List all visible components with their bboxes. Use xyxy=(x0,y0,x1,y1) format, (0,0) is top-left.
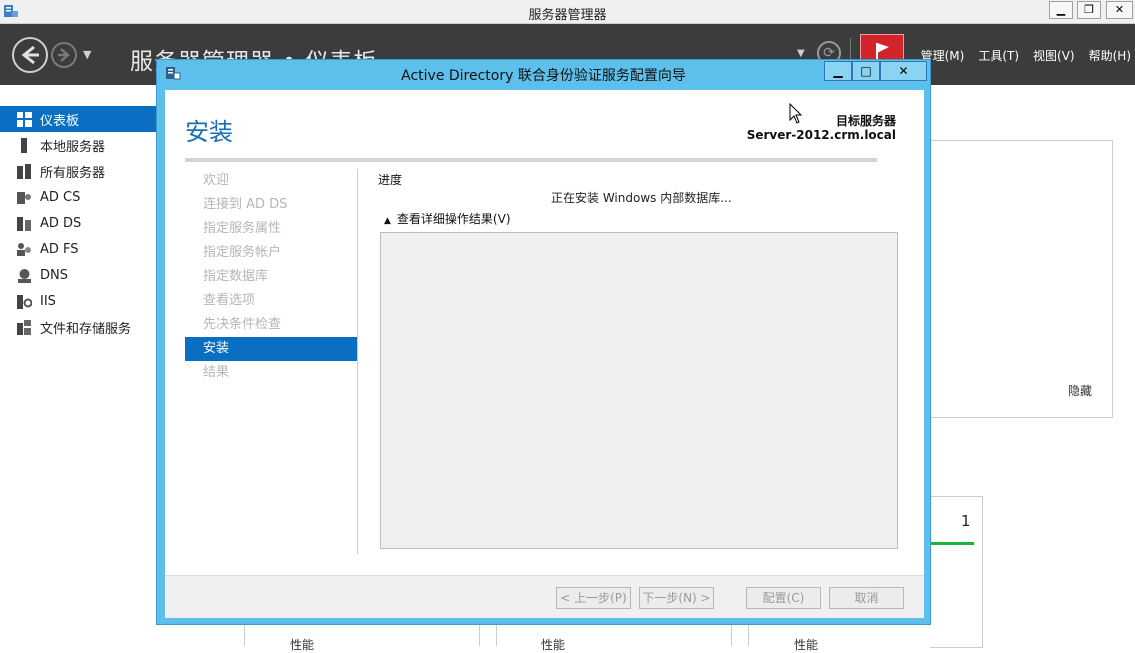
dashboard-panel xyxy=(930,140,1113,418)
details-toggle-label: 查看详细操作结果(V) xyxy=(396,212,511,226)
dialog-close-button[interactable]: ✕ xyxy=(880,61,927,81)
back-button[interactable] xyxy=(12,37,48,73)
hide-link[interactable]: 隐藏 xyxy=(1068,382,1092,399)
status-bar-green xyxy=(930,542,974,545)
directory-icon xyxy=(16,215,32,231)
sidebar-item-label: 文件和存储服务 xyxy=(40,321,132,337)
sidebar-item-label: 本地服务器 xyxy=(40,139,106,155)
sidebar-item-label: 仪表板 xyxy=(40,113,80,129)
details-output-box[interactable] xyxy=(380,232,898,549)
sidebar-item-ad-fs[interactable]: AD FS xyxy=(0,236,156,262)
sidebar-item-dashboard[interactable]: 仪表板 xyxy=(0,106,156,132)
window-title: 服务器管理器 xyxy=(528,8,607,23)
minimize-icon: ▁ xyxy=(833,64,843,78)
sidebar-item-label: IIS xyxy=(40,293,56,309)
cancel-button[interactable]: 取消 xyxy=(829,587,904,609)
menu-tools[interactable]: 工具(T) xyxy=(978,47,1019,64)
chevron-down-icon[interactable]: ▼ xyxy=(797,48,805,59)
step-welcome: 欢迎 xyxy=(203,173,230,188)
step-install: 安装 xyxy=(185,337,357,361)
configure-button[interactable]: 配置(C) xyxy=(746,587,821,609)
close-button[interactable]: ✕ xyxy=(1106,1,1133,19)
perf-label: 性能 xyxy=(290,638,315,652)
maximize-icon: □ xyxy=(860,64,872,78)
close-icon: ✕ xyxy=(898,64,909,78)
iis-icon xyxy=(16,293,32,309)
sidebar-item-dns[interactable]: DNS xyxy=(0,262,156,288)
sidebar-item-all-servers[interactable]: 所有服务器 xyxy=(0,158,156,184)
sidebar-item-label: AD FS xyxy=(40,241,79,257)
page-title: 安装 xyxy=(185,118,233,146)
window-titlebar: 服务器管理器 ▁ ❐ ✕ xyxy=(0,0,1135,24)
chevron-up-icon: ▲ xyxy=(384,216,391,226)
sidebar-item-label: 所有服务器 xyxy=(40,165,106,181)
storage-icon xyxy=(16,319,32,335)
step-service-account: 指定服务帐户 xyxy=(203,245,282,260)
details-toggle[interactable]: ▲ 查看详细操作结果(V) xyxy=(384,210,511,227)
steps-divider xyxy=(357,169,358,554)
header-divider xyxy=(185,158,877,162)
mouse-cursor-icon xyxy=(789,103,803,124)
restore-icon: ❐ xyxy=(1084,3,1094,16)
menu-help[interactable]: 帮助(H) xyxy=(1089,47,1131,64)
menu-view[interactable]: 视图(V) xyxy=(1033,47,1075,64)
sidebar-item-label: AD DS xyxy=(40,215,82,231)
adfs-config-wizard: Active Directory 联合身份验证服务配置向导 ▁ □ ✕ 安装 目… xyxy=(156,59,931,625)
step-results: 结果 xyxy=(203,365,230,380)
certificate-icon xyxy=(16,189,32,205)
next-button[interactable]: 下一步(N) > xyxy=(639,587,714,609)
sidebar-item-ad-cs[interactable]: AD CS xyxy=(0,184,156,210)
minimize-icon: ▁ xyxy=(1056,3,1066,16)
progress-title: 进度 xyxy=(378,173,403,187)
dns-icon xyxy=(16,267,32,283)
arrow-right-icon xyxy=(58,48,70,62)
dialog-title: Active Directory 联合身份验证服务配置向导 xyxy=(401,68,686,84)
step-review-options: 查看选项 xyxy=(203,293,256,308)
sidebar-item-local-server[interactable]: 本地服务器 xyxy=(0,132,156,158)
dialog-titlebar: Active Directory 联合身份验证服务配置向导 ▁ □ ✕ xyxy=(157,60,930,88)
sidebar: 仪表板 本地服务器 所有服务器 AD CS AD DS AD FS DNS II… xyxy=(0,106,156,340)
dashboard-icon xyxy=(16,111,32,127)
tile-count: 1 xyxy=(961,512,971,530)
step-prereq-check: 先决条件检查 xyxy=(203,317,282,332)
progress-status: 正在安装 Windows 内部数据库... xyxy=(551,191,732,205)
close-icon: ✕ xyxy=(1114,3,1125,16)
wizard-steps: 欢迎 连接到 AD DS 指定服务属性 指定服务帐户 指定数据库 查看选项 先决… xyxy=(185,169,357,385)
perf-label: 性能 xyxy=(794,638,819,652)
perf-label: 性能 xyxy=(541,638,566,652)
sidebar-item-label: AD CS xyxy=(40,189,81,205)
sidebar-item-file-storage[interactable]: 文件和存储服务 xyxy=(0,314,156,340)
sidebar-item-label: DNS xyxy=(40,267,68,283)
restore-button[interactable]: ❐ xyxy=(1077,1,1101,19)
dialog-footer: < 上一步(P) 下一步(N) > 配置(C) 取消 xyxy=(165,575,924,618)
step-connect-ad-ds: 连接到 AD DS xyxy=(203,197,288,212)
servers-icon xyxy=(16,163,32,179)
federation-icon xyxy=(16,241,32,257)
history-dropdown-icon[interactable]: ▼ xyxy=(83,48,91,61)
prev-button[interactable]: < 上一步(P) xyxy=(556,587,631,609)
forward-button[interactable] xyxy=(51,42,77,68)
menu-bar: 管理(M) 工具(T) 视图(V) 帮助(H) xyxy=(921,47,1131,64)
step-database: 指定数据库 xyxy=(203,269,269,284)
dashboard-tile xyxy=(930,496,983,648)
dialog-maximize-button[interactable]: □ xyxy=(852,61,880,81)
target-server-name: Server-2012.crm.local xyxy=(746,128,896,142)
arrow-left-icon xyxy=(21,45,39,65)
minimize-button[interactable]: ▁ xyxy=(1049,1,1073,19)
target-server-label: 目标服务器 xyxy=(835,114,896,128)
sidebar-item-iis[interactable]: IIS xyxy=(0,288,156,314)
sidebar-item-ad-ds[interactable]: AD DS xyxy=(0,210,156,236)
dialog-body: 安装 目标服务器 Server-2012.crm.local 欢迎 连接到 AD… xyxy=(165,90,924,618)
step-service-properties: 指定服务属性 xyxy=(203,221,282,236)
dialog-minimize-button[interactable]: ▁ xyxy=(824,61,852,81)
server-icon xyxy=(16,137,32,153)
